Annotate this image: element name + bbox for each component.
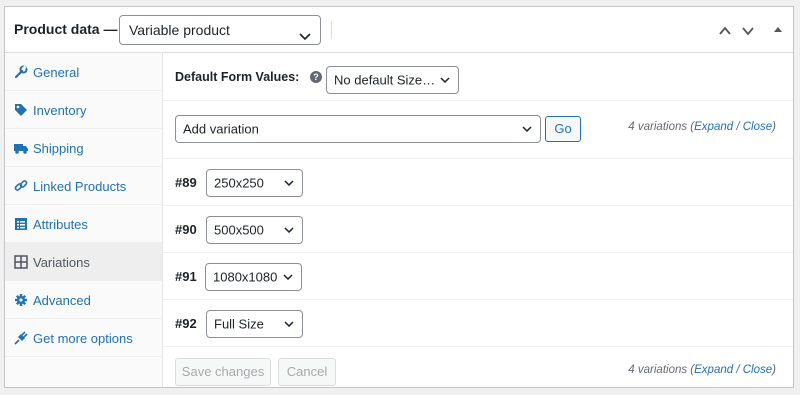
tab-general[interactable]: General <box>5 53 162 91</box>
tab-inventory[interactable]: Inventory <box>5 91 162 129</box>
sidebar-item-label: Inventory <box>33 103 87 118</box>
chevron-down-icon <box>284 180 294 186</box>
add-variation-select[interactable]: Add variation <box>175 115 541 143</box>
cancel-button[interactable]: Cancel <box>278 358 336 386</box>
variation-count-text: 4 variations ( <box>628 364 695 376</box>
default-form-values-label: Default Form Values: <box>175 70 300 84</box>
variation-row-92: #92 Full Size <box>163 300 793 347</box>
panel-header: Product data — Variable product <box>5 7 793 53</box>
link-icon <box>14 179 28 193</box>
variation-size-value: 500x500 <box>214 222 264 238</box>
go-button[interactable]: Go <box>545 116 581 142</box>
chevron-down-icon <box>440 77 450 83</box>
variation-count-text: 4 variations ( <box>628 121 695 133</box>
variation-size-select[interactable]: 1080x1080 <box>205 263 302 291</box>
variation-row-89: #89 250x250 <box>163 159 793 206</box>
variations-panel: Default Form Values: ? No default Size… … <box>163 53 793 387</box>
sidebar-item-label: Advanced <box>33 293 91 308</box>
tab-shipping[interactable]: Shipping <box>5 129 162 167</box>
sidebar-item-label: Linked Products <box>33 179 127 194</box>
paren-text: ) <box>772 121 776 133</box>
variation-row-90: #90 500x500 <box>163 206 793 253</box>
slash-text: / <box>733 121 743 133</box>
variation-size-value: 250x250 <box>214 175 264 191</box>
close-link[interactable]: Close <box>743 121 772 133</box>
product-data-panel: Product data — Variable product General <box>4 6 794 388</box>
product-type-value: Variable product <box>129 22 230 38</box>
save-changes-button[interactable]: Save changes <box>175 358 271 386</box>
chevron-down-icon <box>299 27 311 43</box>
tab-variations[interactable]: Variations <box>5 243 162 281</box>
variations-footer: Save changes Cancel 4 variations (Expand… <box>163 347 793 387</box>
variation-size-select[interactable]: Full Size <box>206 310 303 338</box>
default-size-select[interactable]: No default Size… <box>326 66 459 94</box>
variation-count: 4 variations (Expand / Close) <box>628 121 776 133</box>
variation-id: #89 <box>175 175 197 190</box>
default-form-values-row: Default Form Values: ? No default Size… <box>163 53 793 101</box>
sidebar-item-label: Attributes <box>33 217 88 232</box>
tab-advanced[interactable]: Advanced <box>5 281 162 319</box>
tab-linked-products[interactable]: Linked Products <box>5 167 162 205</box>
chevron-down-icon <box>284 321 294 327</box>
toggle-panel-icon[interactable] <box>773 25 783 35</box>
chevron-down-icon <box>522 126 532 132</box>
close-link[interactable]: Close <box>743 364 772 376</box>
variation-count: 4 variations (Expand / Close) <box>628 364 776 376</box>
tab-attributes[interactable]: Attributes <box>5 205 162 243</box>
variation-id: #90 <box>175 222 197 237</box>
variation-id: #91 <box>175 269 197 284</box>
add-variation-row: Add variation Go 4 variations (Expand / … <box>163 101 793 159</box>
plug-icon <box>14 331 28 345</box>
variation-size-select[interactable]: 500x500 <box>206 216 303 244</box>
chevron-down-icon <box>284 227 294 233</box>
default-size-value: No default Size… <box>334 72 436 88</box>
list-icon <box>14 217 28 231</box>
add-variation-value: Add variation <box>183 121 259 137</box>
expand-link[interactable]: Expand <box>694 364 733 376</box>
expand-link[interactable]: Expand <box>694 121 733 133</box>
sidebar-item-label: Variations <box>33 255 90 270</box>
wrench-icon <box>14 65 28 79</box>
product-data-tabs: General Inventory Shipping Linked Produc… <box>5 53 163 387</box>
panel-title: Product data — <box>14 21 118 37</box>
variation-row-91: #91 1080x1080 <box>163 253 793 300</box>
move-up-icon[interactable] <box>718 24 732 38</box>
header-divider <box>331 21 332 39</box>
sidebar-item-label: Get more options <box>33 331 133 346</box>
variation-size-value: Full Size <box>214 316 264 332</box>
move-down-icon[interactable] <box>741 24 755 38</box>
sidebar-item-label: Shipping <box>33 141 84 156</box>
variation-size-value: 1080x1080 <box>213 269 278 285</box>
gear-icon <box>14 293 28 307</box>
product-type-select[interactable]: Variable product <box>119 15 321 45</box>
paren-text: ) <box>772 364 776 376</box>
grid-icon <box>14 255 28 269</box>
variation-size-select[interactable]: 250x250 <box>206 169 303 197</box>
variation-id: #92 <box>175 316 197 331</box>
sidebar-item-label: General <box>33 65 80 80</box>
tab-get-more-options[interactable]: Get more options <box>5 319 162 357</box>
tag-icon <box>14 103 28 117</box>
help-icon[interactable]: ? <box>310 71 322 83</box>
slash-text: / <box>733 364 743 376</box>
truck-icon <box>14 141 28 155</box>
chevron-down-icon <box>283 274 293 280</box>
